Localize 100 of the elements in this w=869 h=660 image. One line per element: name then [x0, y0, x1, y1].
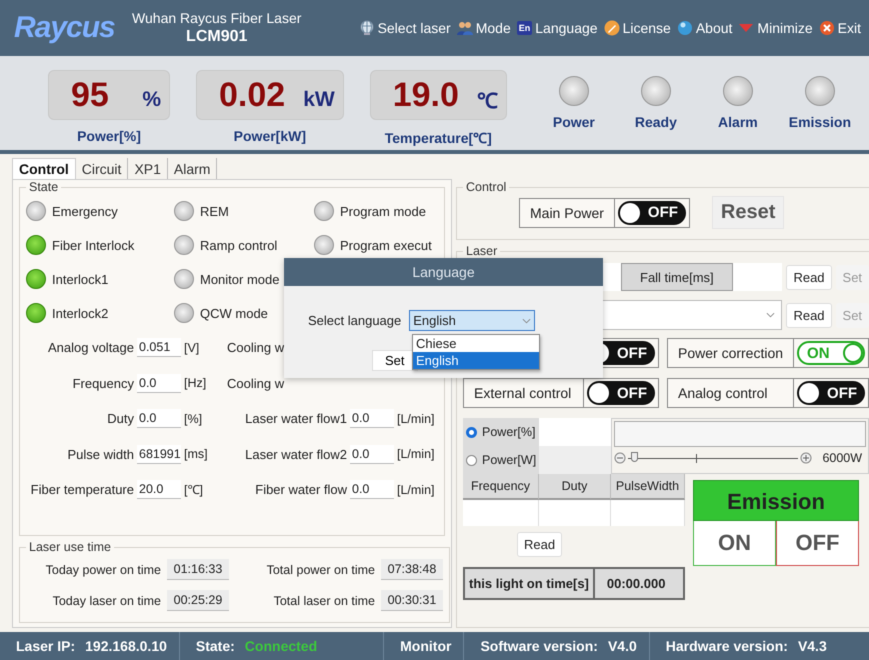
- unit-label: [ms]: [184, 447, 209, 462]
- time-label: Total power on time: [266, 562, 375, 576]
- status-label: REM: [200, 204, 229, 218]
- status-value: V4.0: [608, 638, 637, 654]
- input-field[interactable]: 681991: [137, 444, 181, 464]
- field-label: Fiber water flow: [254, 482, 347, 498]
- group-title: State: [28, 180, 60, 194]
- status-label: Hardware version:: [666, 638, 788, 654]
- language-dropdown[interactable]: English: [409, 310, 536, 331]
- company-name: Wuhan Raycus Fiber Laser: [132, 10, 302, 26]
- readout-unit: %: [142, 88, 161, 112]
- read-button[interactable]: Read: [517, 532, 562, 557]
- menu-item[interactable]: About: [674, 20, 734, 36]
- group-title: Laser: [465, 244, 498, 258]
- toggle-switch[interactable]: OFF: [587, 381, 655, 405]
- dropdown-option[interactable]: Chiese: [413, 335, 539, 352]
- plus-icon[interactable]: [800, 452, 812, 464]
- table-cell[interactable]: [539, 500, 611, 526]
- dropdown-option[interactable]: English: [413, 352, 539, 369]
- field-label: Analog voltage: [46, 340, 134, 356]
- menu-item[interactable]: License: [602, 20, 673, 36]
- readout-label: Power[%]: [77, 128, 141, 144]
- menu-item[interactable]: En Language: [514, 20, 600, 36]
- column-header: Frequency: [463, 474, 539, 500]
- people-icon: [456, 20, 473, 36]
- status-label: Program execut: [340, 238, 432, 252]
- readout-label: Temperature[℃]: [384, 129, 492, 147]
- toggle-switch[interactable]: OFF: [797, 381, 866, 405]
- light-time-value: 00:00.000: [606, 575, 666, 593]
- language-icon: En: [516, 21, 532, 35]
- table-cell[interactable]: [611, 500, 685, 526]
- tab[interactable]: Control: [12, 158, 76, 179]
- unit-label: [L/min]: [397, 447, 436, 462]
- model-name: LCM901: [186, 28, 248, 46]
- globe-icon: [358, 20, 375, 36]
- time-value: 01:16:33: [167, 559, 229, 580]
- status-label: Fiber Interlock: [52, 238, 134, 252]
- slider-max-label: 6000W: [822, 451, 862, 465]
- status-label: Monitor mode: [200, 272, 280, 286]
- field-label: Select language: [308, 313, 402, 328]
- lamp-label: Power: [552, 114, 595, 130]
- input-field[interactable]: 0.0: [350, 444, 394, 464]
- field-label: Fiber temperature: [30, 482, 134, 498]
- radio-option[interactable]: Power[%]: [463, 425, 539, 439]
- info-icon: [676, 20, 693, 36]
- input-field[interactable]: [539, 418, 611, 446]
- status-label: Monitor: [400, 638, 452, 654]
- slider-thumb[interactable]: [630, 452, 638, 462]
- readout-unit: kW: [303, 88, 335, 112]
- input-field[interactable]: 0.0: [350, 409, 394, 428]
- column-header: PulseWidth: [611, 474, 685, 500]
- status-label: Laser IP:: [16, 638, 76, 654]
- field-label: Laser water flow2: [244, 446, 347, 462]
- menu-item[interactable]: Minimize: [736, 20, 815, 36]
- small-button[interactable]: Read: [786, 302, 832, 328]
- input-field[interactable]: 0.0: [137, 374, 181, 393]
- time-label: Total laser on time: [272, 594, 375, 608]
- menu-item[interactable]: Mode: [454, 20, 513, 36]
- unit-label: [L/min]: [397, 412, 436, 426]
- emission-button[interactable]: ON: [693, 521, 776, 566]
- readout-value: 0.02: [219, 76, 286, 114]
- parameter-label: Fall time[ms]: [621, 263, 733, 291]
- input-field[interactable]: 0.051: [137, 338, 181, 358]
- close-icon: [818, 20, 835, 36]
- field-label: Duty: [106, 411, 134, 426]
- unit-label: [℃]: [184, 482, 204, 498]
- status-value: 192.168.0.10: [85, 638, 167, 654]
- menu-item[interactable]: Exit: [816, 20, 863, 36]
- lamp-label: Emission: [788, 114, 851, 130]
- toggle-switch[interactable]: OFF: [618, 200, 686, 224]
- field-label: Laser water flow1: [244, 411, 347, 426]
- unit-label: [L/min]: [397, 482, 436, 497]
- time-value: 07:38:48: [381, 559, 443, 580]
- menu-item[interactable]: Select laser: [356, 20, 453, 36]
- status-value: Connected: [244, 638, 318, 654]
- input-field[interactable]: 20.0: [137, 480, 181, 500]
- switch-label: External control: [464, 379, 584, 407]
- input-field[interactable]: 0.0: [350, 480, 394, 500]
- emission-button[interactable]: OFF: [776, 521, 859, 566]
- input-field[interactable]: [614, 421, 866, 447]
- light-time-label: this light on time[s]: [465, 569, 595, 598]
- unit-label: [Hz]: [184, 376, 208, 390]
- status-label: Interlock1: [52, 272, 108, 286]
- small-button[interactable]: Read: [786, 264, 832, 290]
- time-label: Today laser on time: [52, 594, 161, 608]
- status-label: State:: [196, 638, 235, 654]
- lamp-label: Ready: [634, 114, 677, 130]
- emission-header: Emission: [693, 480, 859, 521]
- time-label: Today power on time: [44, 562, 161, 576]
- minus-icon[interactable]: [614, 452, 626, 464]
- status-label: Ramp control: [200, 238, 278, 252]
- radio-option[interactable]: Power[W]: [463, 453, 539, 467]
- unit-label: [%]: [184, 412, 204, 426]
- reset-button[interactable]: Reset: [712, 196, 784, 229]
- table-cell[interactable]: [463, 500, 539, 526]
- switch-label: Main Power: [520, 198, 615, 226]
- input-field[interactable]: [539, 446, 611, 474]
- input-field[interactable]: 0.0: [137, 409, 181, 428]
- status-label: Program mode: [340, 204, 426, 218]
- group-title: Control: [465, 180, 508, 194]
